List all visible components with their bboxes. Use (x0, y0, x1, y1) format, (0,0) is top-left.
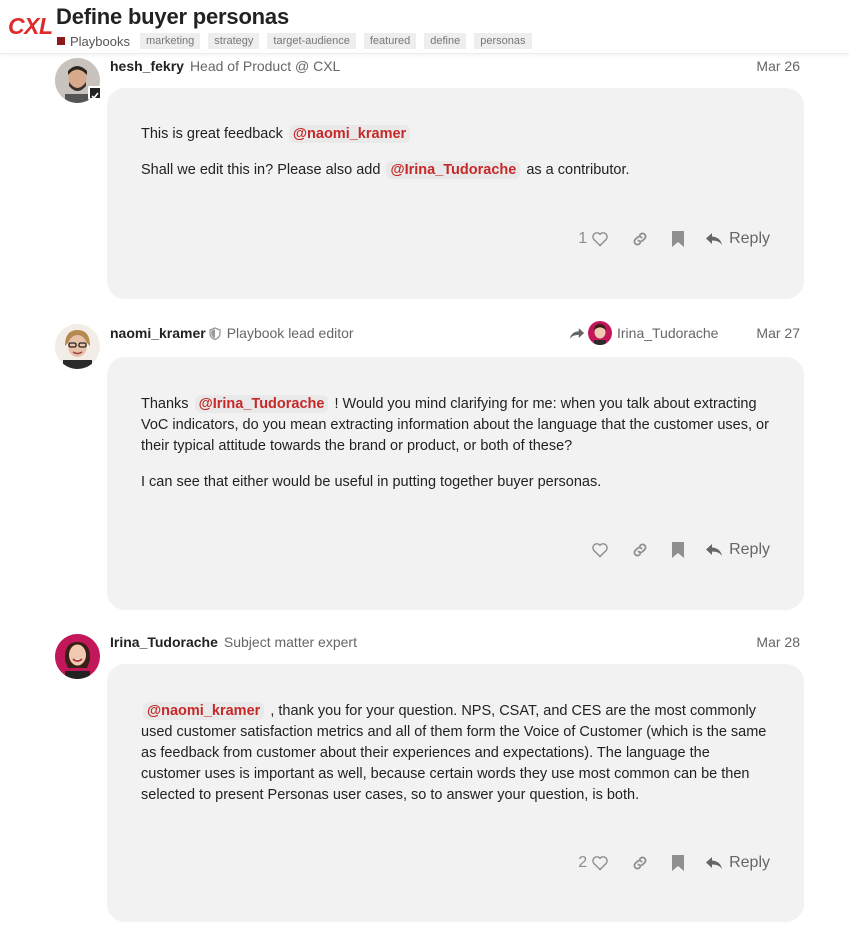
reply-label: Reply (729, 230, 770, 247)
reply-label: Reply (729, 854, 770, 871)
heart-icon (592, 232, 608, 247)
mention-link[interactable]: @Irina_Tudorache (194, 395, 329, 413)
tag-define[interactable]: define (424, 33, 467, 49)
reply-button[interactable]: Reply (705, 854, 770, 872)
reply-to-indicator[interactable]: Irina_Tudorache (569, 321, 718, 345)
reply-arrow-icon (706, 857, 723, 869)
user-title: Subject matter expert (223, 634, 357, 650)
woman-smiling-avatar[interactable] (55, 634, 100, 679)
topic-header: CXL Define buyer personas Playbooks mark… (0, 0, 849, 54)
link-icon[interactable] (631, 541, 649, 559)
tag-personas[interactable]: personas (474, 33, 532, 49)
post-content: @naomi_kramer , thank you for your quest… (141, 701, 770, 821)
post-date[interactable]: Mar 28 (756, 634, 800, 650)
mention-link[interactable]: @Irina_Tudorache (386, 161, 521, 179)
post-content: This is great feedback @naomi_kramer Sha… (141, 124, 770, 196)
post-actions: 2 Reply (578, 851, 770, 875)
post-text: This is great feedback (141, 126, 283, 142)
like-button[interactable]: 1 (578, 230, 609, 248)
heart-icon (592, 856, 608, 871)
like-button[interactable]: 2 (578, 854, 609, 872)
post-text: I can see that either would be useful in… (141, 474, 602, 490)
user-title: Playbook lead editor (226, 325, 354, 341)
reply-label: Reply (729, 541, 770, 558)
topic-title[interactable]: Define buyer personas (56, 4, 289, 30)
reply-button[interactable]: Reply (705, 230, 770, 248)
mention-link[interactable]: @naomi_kramer (288, 125, 411, 143)
post-body: @naomi_kramer , thank you for your quest… (107, 664, 804, 922)
post-author[interactable]: naomi_kramer Playbook lead editor (110, 325, 354, 343)
bookmark-icon[interactable] (671, 541, 685, 559)
shield-icon (209, 327, 221, 343)
reply-to-avatar (588, 321, 612, 345)
username[interactable]: Irina_Tudorache (110, 634, 218, 650)
reply-to-username[interactable]: Irina_Tudorache (617, 325, 718, 341)
moderator-badge-icon (88, 86, 102, 100)
tag-featured[interactable]: featured (363, 33, 417, 49)
share-arrow-icon (569, 327, 585, 339)
like-count: 1 (578, 230, 588, 247)
heart-icon (592, 543, 608, 558)
bookmark-icon[interactable] (671, 854, 685, 872)
post-content: Thanks @Irina_Tudorache ! Would you mind… (141, 394, 770, 508)
post-actions: 1 Reply (578, 227, 770, 251)
reply-arrow-icon (706, 233, 723, 245)
reply-button[interactable]: Reply (705, 541, 770, 559)
post-text: as a contributor. (526, 162, 630, 178)
category-link[interactable]: Playbooks (70, 34, 130, 49)
post-date[interactable]: Mar 26 (756, 58, 800, 74)
post-text: Shall we edit this in? Please also add (141, 162, 381, 178)
post-body: Thanks @Irina_Tudorache ! Would you mind… (107, 357, 804, 610)
site-logo[interactable]: CXL (8, 13, 53, 40)
tag-strategy[interactable]: strategy (208, 33, 260, 49)
username[interactable]: hesh_fekry (110, 58, 184, 74)
tag-marketing[interactable]: marketing (139, 33, 201, 49)
post-body: This is great feedback @naomi_kramer Sha… (107, 88, 804, 299)
bookmark-icon[interactable] (671, 230, 685, 248)
like-button[interactable] (587, 542, 609, 558)
username[interactable]: naomi_kramer (110, 325, 206, 341)
link-icon[interactable] (631, 230, 649, 248)
post-author[interactable]: Irina_Tudorache Subject matter expert (110, 634, 357, 650)
post-author[interactable]: hesh_fekry Head of Product @ CXL (110, 58, 340, 74)
post-actions: Reply (587, 538, 770, 562)
post-text: Thanks (141, 396, 189, 412)
tag-target-audience[interactable]: target-audience (267, 33, 356, 49)
like-count: 2 (578, 854, 588, 871)
reply-arrow-icon (706, 544, 723, 556)
woman-with-glasses-avatar[interactable] (55, 324, 100, 369)
user-title: Head of Product @ CXL (189, 58, 341, 74)
post-date[interactable]: Mar 27 (756, 325, 800, 341)
category-color-icon (57, 37, 65, 45)
mention-link[interactable]: @naomi_kramer (143, 702, 265, 720)
link-icon[interactable] (631, 854, 649, 872)
topic-meta: Playbooks marketing strategy target-audi… (57, 33, 540, 49)
